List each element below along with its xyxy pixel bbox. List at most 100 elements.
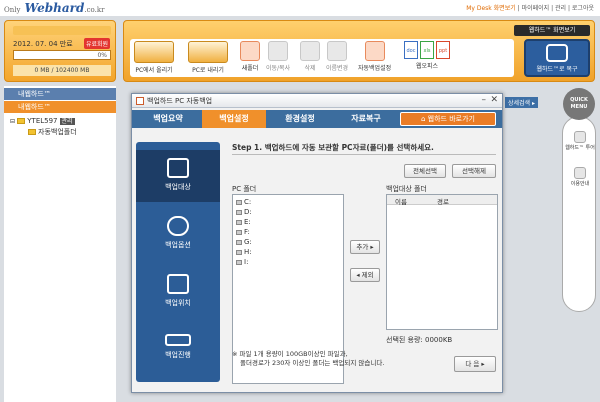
restore-icon <box>546 44 568 62</box>
note-line: ※ 파일 1개 용량이 100GB이상인 파일과, <box>232 350 348 358</box>
auto-backup-button[interactable]: 자동백업설정 <box>358 41 391 72</box>
upload-button[interactable]: PC에서 올리기 <box>134 41 174 74</box>
webhard-screen-button[interactable]: 웹하드™ 화면보기 <box>514 25 590 36</box>
drive-label: G: <box>244 238 252 246</box>
expand-icon[interactable]: ⊟ <box>10 118 15 125</box>
drive-label: E: <box>244 218 251 226</box>
goto-webhard-button[interactable]: ⌂ 웹하드 바로가기 <box>400 112 496 126</box>
account-header <box>13 26 111 35</box>
move-copy-label: 이동/복사 <box>266 65 291 72</box>
quick-webhard-tour[interactable]: 웹하드™ 투어 <box>563 131 597 151</box>
network-icon <box>167 274 189 294</box>
tab-backup-summary[interactable]: 백업요약 <box>136 110 200 128</box>
select-all-button[interactable]: 전체선택 <box>404 164 446 178</box>
nav-backup-location[interactable]: 백업위치 <box>136 266 220 318</box>
office-doc-icons: doc xls ppt <box>404 41 450 59</box>
doc-icon: doc <box>404 41 418 59</box>
quick-menu: 웹하드™ 투어 이용안내 QUICK MENU <box>562 88 596 388</box>
web-office-button[interactable]: doc xls ppt 웹오피스 <box>404 41 450 70</box>
checklist-icon <box>167 216 189 236</box>
nav-backup-target-label: 백업대상 <box>165 183 191 191</box>
quick-guide-label: 이용안내 <box>570 181 590 187</box>
nav-backup-progress[interactable]: 백업진행 <box>136 324 220 376</box>
minimize-icon[interactable]: – <box>482 95 487 105</box>
step-divider <box>232 154 496 155</box>
logo[interactable]: Only Webhard.co.kr <box>4 1 104 15</box>
auto-backup-label: 자동백업설정 <box>358 65 392 72</box>
drive-icon <box>236 210 242 215</box>
column-path[interactable]: 경로 <box>437 196 449 206</box>
mydesk-link[interactable]: My Desk 화면보기 <box>466 5 516 12</box>
tree-my-webhard-active[interactable]: 내웹하드™ <box>4 101 116 113</box>
deselect-button[interactable]: 선택해제 <box>452 164 496 178</box>
drive-icon <box>236 220 242 225</box>
drive-item[interactable]: F: <box>236 228 250 236</box>
quick-menu-badge[interactable]: QUICK MENU <box>563 88 595 120</box>
toolbar-buttons: PC에서 올리기 PC로 내리기 새폴더 이동/복사 삭제 이름변경 자동백업설… <box>130 39 514 77</box>
tree-node-label: YTEL597 <box>27 117 58 125</box>
drive-item[interactable]: G: <box>236 238 252 246</box>
tree-node-auto-backup[interactable]: 자동백업폴더 <box>28 127 77 137</box>
delete-button[interactable]: 삭제 <box>300 41 320 72</box>
xls-icon: xls <box>420 41 434 59</box>
tree-node-user[interactable]: ⊟ YTEL597 관리 <box>10 116 75 125</box>
rename-button[interactable]: 이름변경 <box>326 41 348 72</box>
restore-label: 웹하드™로 복구 <box>536 66 578 73</box>
tab-restore[interactable]: 자료복구 <box>334 110 398 128</box>
drive-label: F: <box>244 228 250 236</box>
quick-menu-bottom: MENU <box>570 104 588 110</box>
remove-button[interactable]: ◂ 제외 <box>350 268 380 282</box>
drive-label: I: <box>244 258 249 266</box>
drive-item[interactable]: H: <box>236 248 252 256</box>
detail-search-button[interactable]: 상세검색 ▸ <box>505 97 538 108</box>
quick-guide[interactable]: 이용안내 <box>563 167 597 187</box>
new-folder-button[interactable]: 새폴더 <box>240 41 260 72</box>
upload-icon <box>134 41 174 63</box>
tab-preferences[interactable]: 환경설정 <box>268 110 332 128</box>
rename-icon <box>327 41 348 61</box>
tree-node-tag: 관리 <box>59 118 75 125</box>
nav-backup-progress-label: 백업진행 <box>165 351 191 359</box>
upload-label: PC에서 올리기 <box>135 67 173 74</box>
nav-backup-location-label: 백업위치 <box>165 299 191 307</box>
drive-item[interactable]: D: <box>236 208 252 216</box>
next-button[interactable]: 다 음 ▸ <box>454 356 496 372</box>
auto-backup-icon <box>364 41 385 61</box>
delete-icon <box>300 41 320 61</box>
nav-backup-options-label: 백업옵션 <box>165 241 191 249</box>
quick-menu-top: QUICK <box>570 97 588 103</box>
nav-backup-target[interactable]: 백업대상 <box>136 150 220 202</box>
drive-icon <box>236 250 242 255</box>
drive-icon <box>236 200 242 205</box>
restore-to-webhard-button[interactable]: 웹하드™로 복구 <box>524 39 590 77</box>
column-name[interactable]: 이름 <box>395 196 407 206</box>
auto-backup-window: 백업하드 PC 자동백업 – ✕ 백업요약 백업설정 환경설정 자료복구 ⌂ 웹… <box>131 93 503 393</box>
app-icon <box>136 97 144 105</box>
delete-label: 삭제 <box>304 65 316 72</box>
add-button[interactable]: 추가 ▸ <box>350 240 380 254</box>
note-line: 폴더경로가 230자 이상인 폴더는 백업되지 않습니다. <box>240 359 385 367</box>
expiry-date: 2012. 07. 04 만료 <box>13 40 73 48</box>
tab-backup-settings[interactable]: 백업설정 <box>202 110 266 128</box>
selected-size: 선택된 용량: 0000KB <box>386 336 453 344</box>
ppt-icon: ppt <box>436 41 450 59</box>
nav-backup-options[interactable]: 백업옵션 <box>136 208 220 260</box>
drive-item[interactable]: C: <box>236 198 251 206</box>
move-copy-button[interactable]: 이동/복사 <box>266 41 290 72</box>
usage-percent: 0% <box>97 52 107 59</box>
download-button[interactable]: PC로 내리기 <box>188 41 228 74</box>
web-office-label: 웹오피스 <box>415 63 439 70</box>
tree-my-webhard[interactable]: 내웹하드™ <box>4 88 116 100</box>
window-title: 백업하드 PC 자동백업 <box>147 97 213 105</box>
target-folder-list[interactable]: 이름 경로 <box>386 194 498 330</box>
usage-bar: 0% <box>13 50 111 60</box>
close-icon[interactable]: ✕ <box>490 95 498 105</box>
account-links[interactable]: | 마이페이지 | 관리 | 로그아웃 <box>518 5 594 12</box>
top-bar: Only Webhard.co.kr My Desk 화면보기 | 마이페이지 … <box>0 0 600 16</box>
usage-text: 0 MB / 102400 MB <box>13 65 111 76</box>
window-title-bar[interactable]: 백업하드 PC 자동백업 – ✕ <box>132 94 502 108</box>
drive-item[interactable]: I: <box>236 258 248 266</box>
folder-icon <box>167 158 189 178</box>
step-instruction: Step 1. 백업하드에 자동 보관할 PC자료(폴더)를 선택하세요. <box>232 143 434 152</box>
drive-item[interactable]: E: <box>236 218 251 226</box>
